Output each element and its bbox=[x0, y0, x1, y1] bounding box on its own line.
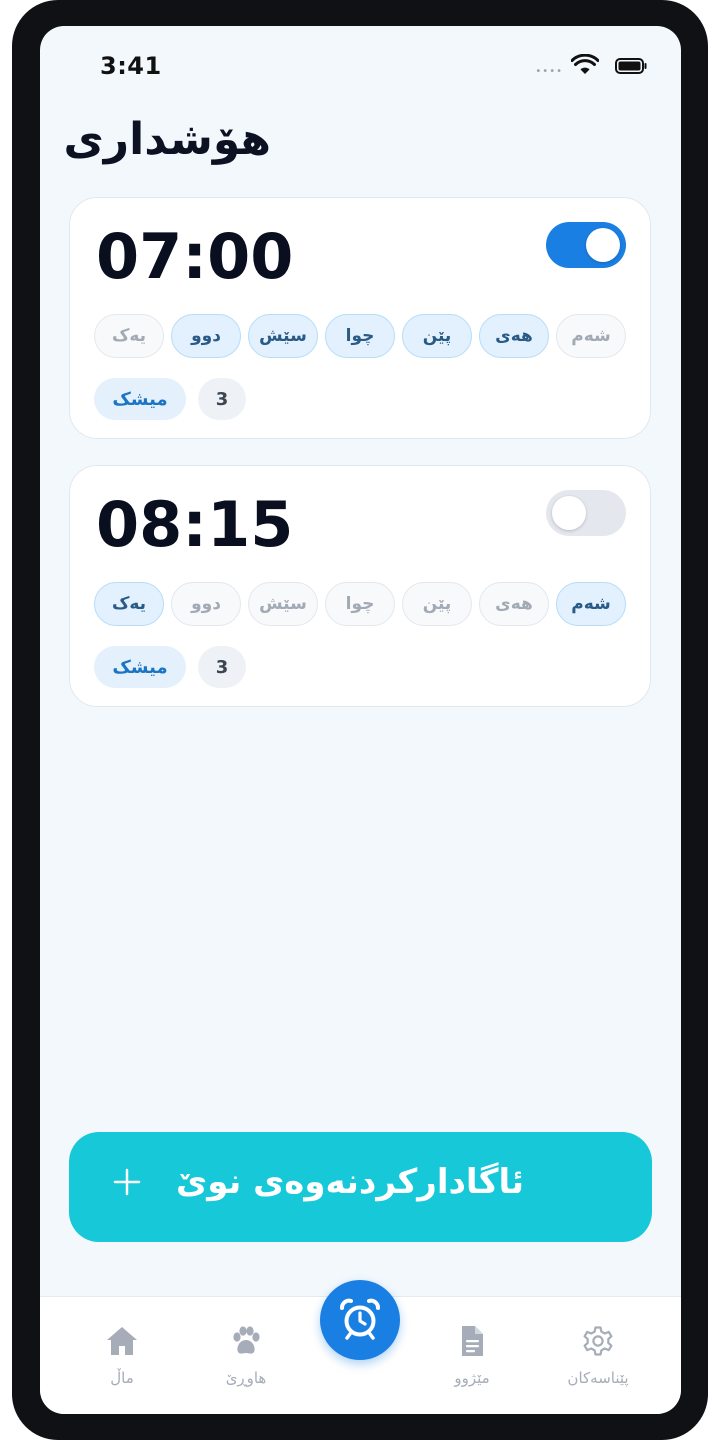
gear-icon bbox=[583, 1326, 613, 1356]
weekday-selector: یەک دوو سێش چوا پێن هەی شەم bbox=[94, 314, 630, 360]
sound-badge[interactable]: میشک bbox=[94, 646, 186, 688]
day-chip[interactable]: چوا bbox=[325, 582, 395, 626]
battery-icon bbox=[615, 58, 647, 74]
wifi-icon bbox=[571, 54, 599, 74]
tab-alarm[interactable] bbox=[320, 1280, 400, 1360]
alarm-card[interactable]: 08:15 یەک دوو سێش چوا پێن هەی شەم میشک 3 bbox=[69, 465, 651, 707]
sound-badge[interactable]: میشک bbox=[94, 378, 186, 420]
tab-pets[interactable]: هاوڕێ bbox=[186, 1297, 306, 1414]
tab-label: ماڵ bbox=[110, 1369, 134, 1387]
day-chip[interactable]: شەم bbox=[556, 582, 626, 626]
snooze-badge[interactable]: 3 bbox=[198, 378, 246, 420]
day-chip[interactable]: هەی bbox=[479, 582, 549, 626]
page-title: هۆشداری bbox=[63, 114, 271, 165]
weekday-selector: یەک دوو سێش چوا پێن هەی شەم bbox=[94, 582, 630, 628]
tab-label: مێژوو bbox=[454, 1369, 490, 1387]
toggle-knob bbox=[586, 228, 620, 262]
toggle-knob bbox=[552, 496, 586, 530]
day-chip[interactable]: پێن bbox=[402, 314, 472, 358]
tab-home[interactable]: ماڵ bbox=[62, 1297, 182, 1414]
alarm-time[interactable]: 07:00 bbox=[96, 220, 293, 293]
tab-label: پێناسەکان bbox=[567, 1369, 629, 1387]
day-chip[interactable]: پێن bbox=[402, 582, 472, 626]
tab-history[interactable]: مێژوو bbox=[412, 1297, 532, 1414]
add-alarm-button[interactable]: ئاگادارکردنەوەی نوێ bbox=[69, 1132, 652, 1242]
tab-settings[interactable]: پێناسەکان bbox=[538, 1297, 658, 1414]
app-screen: 3:41 •••• هۆشداری 07:00 یەک دوو سێش چوا … bbox=[40, 26, 681, 1414]
day-chip[interactable]: یەک bbox=[94, 582, 164, 626]
day-chip[interactable]: شەم bbox=[556, 314, 626, 358]
paw-icon bbox=[233, 1326, 260, 1354]
signal-dots-icon: •••• bbox=[535, 66, 563, 77]
add-alarm-label: ئاگادارکردنەوەی نوێ bbox=[176, 1162, 524, 1202]
device-frame: 3:41 •••• هۆشداری 07:00 یەک دوو سێش چوا … bbox=[12, 0, 708, 1440]
day-chip[interactable]: یەک bbox=[94, 314, 164, 358]
home-icon bbox=[107, 1327, 137, 1355]
day-chip[interactable]: سێش bbox=[248, 582, 318, 626]
day-chip[interactable]: دوو bbox=[171, 582, 241, 626]
status-bar: 3:41 •••• bbox=[40, 26, 681, 106]
tab-label: هاوڕێ bbox=[225, 1369, 267, 1387]
day-chip[interactable]: چوا bbox=[325, 314, 395, 358]
day-chip[interactable]: سێش bbox=[248, 314, 318, 358]
alarm-time[interactable]: 08:15 bbox=[96, 488, 293, 561]
alarm-toggle[interactable] bbox=[546, 490, 626, 536]
day-chip[interactable]: دوو bbox=[171, 314, 241, 358]
alarm-clock-icon bbox=[340, 1298, 380, 1340]
document-icon bbox=[462, 1326, 483, 1356]
plus-icon bbox=[113, 1168, 141, 1196]
status-time: 3:41 bbox=[100, 52, 162, 80]
alarm-card[interactable]: 07:00 یەک دوو سێش چوا پێن هەی شەم میشک 3 bbox=[69, 197, 651, 439]
alarm-toggle[interactable] bbox=[546, 222, 626, 268]
snooze-badge[interactable]: 3 bbox=[198, 646, 246, 688]
day-chip[interactable]: هەی bbox=[479, 314, 549, 358]
